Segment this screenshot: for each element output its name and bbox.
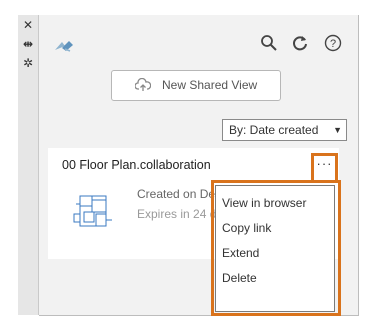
sort-selected-value: By: Date created (229, 123, 319, 137)
chevron-down-icon: ▼ (333, 125, 342, 135)
help-icon[interactable]: ? (324, 34, 342, 52)
menu-item-copy-link[interactable]: Copy link (222, 221, 271, 235)
created-date-text: Created on De (137, 187, 216, 201)
menu-item-delete[interactable]: Delete (222, 271, 257, 285)
expires-text: Expires in 24 d (137, 207, 217, 221)
shared-view-title: 00 Floor Plan.collaboration (62, 158, 211, 172)
menu-item-view-in-browser[interactable]: View in browser (222, 196, 306, 210)
close-icon[interactable]: ✕ (21, 18, 35, 32)
palette-toolbar-strip: ✕ ⇹ ✲ (18, 15, 39, 315)
settings-icon[interactable]: ✲ (21, 56, 35, 70)
page: ✕ ⇹ ✲ ? New Shared View By: Date created… (0, 0, 365, 329)
more-options-button[interactable]: ··· (311, 153, 338, 180)
floor-plan-thumbnail (73, 195, 112, 227)
menu-item-extend[interactable]: Extend (222, 246, 259, 260)
collapse-panel-icon[interactable]: ⇹ (21, 37, 35, 51)
shared-views-panel: ? New Shared View By: Date created ▼ 00 … (39, 15, 359, 316)
svg-text:?: ? (330, 38, 336, 50)
shared-views-logo-icon (55, 41, 73, 52)
search-icon[interactable] (260, 34, 278, 52)
new-shared-view-label: New Shared View (162, 78, 258, 92)
context-menu: View in browser Copy link Extend Delete (215, 185, 335, 312)
refresh-icon[interactable] (291, 34, 309, 52)
new-shared-view-button[interactable]: New Shared View (111, 70, 281, 101)
sort-dropdown[interactable]: By: Date created ▼ (222, 119, 347, 141)
cloud-upload-icon (135, 78, 151, 91)
